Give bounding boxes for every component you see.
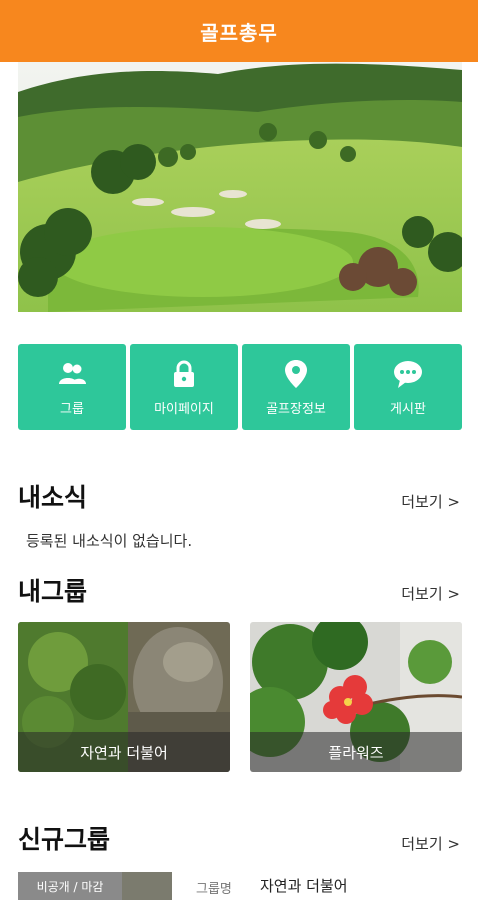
chat-bubble-icon — [394, 360, 422, 388]
new-group-item[interactable]: 비공개 / 마감 그룹명 자연과 더불어 — [18, 872, 462, 900]
my-news-empty-message: 등록된 내소식이 없습니다. — [26, 532, 193, 550]
menu-board-button[interactable]: 게시판 — [354, 344, 462, 430]
hero-banner-image — [18, 62, 462, 312]
group-card-caption: 플라워즈 — [250, 732, 462, 772]
menu-label: 마이페이지 — [154, 401, 214, 417]
new-groups-more-link[interactable]: 더보기 > — [401, 833, 460, 854]
my-groups-title: 내그룹 — [18, 577, 88, 606]
menu-group-button[interactable]: 그룹 — [18, 344, 126, 430]
new-groups-title: 신규그룹 — [18, 825, 111, 854]
menu-mypage-button[interactable]: 마이페이지 — [130, 344, 238, 430]
menu-label: 그룹 — [60, 401, 84, 417]
lock-icon — [174, 360, 194, 387]
menu-label: 게시판 — [390, 401, 426, 417]
my-news-title: 내소식 — [18, 483, 88, 512]
menu-golf-course-button[interactable]: 골프장정보 — [242, 344, 350, 430]
group-name-value: 자연과 더불어 — [260, 877, 348, 895]
location-pin-icon — [285, 359, 307, 388]
app-title: 골프총무 — [200, 20, 278, 45]
my-groups-more-link[interactable]: 더보기 > — [401, 583, 460, 604]
group-icon — [59, 362, 86, 384]
group-card-caption: 자연과 더불어 — [18, 732, 230, 772]
main-menu: 그룹 마이페이지 골프장정보 게시판 — [18, 344, 462, 430]
menu-label: 골프장정보 — [266, 401, 326, 417]
new-group-thumbnail — [122, 872, 172, 900]
my-news-more-link[interactable]: 더보기 > — [401, 491, 460, 512]
group-card[interactable]: 자연과 더불어 — [18, 622, 230, 772]
group-card[interactable]: 플라워즈 — [250, 622, 462, 772]
status-badge: 비공개 / 마감 — [18, 872, 122, 900]
app-bar: 골프총무 — [0, 0, 478, 62]
group-name-label: 그룹명 — [196, 882, 232, 897]
